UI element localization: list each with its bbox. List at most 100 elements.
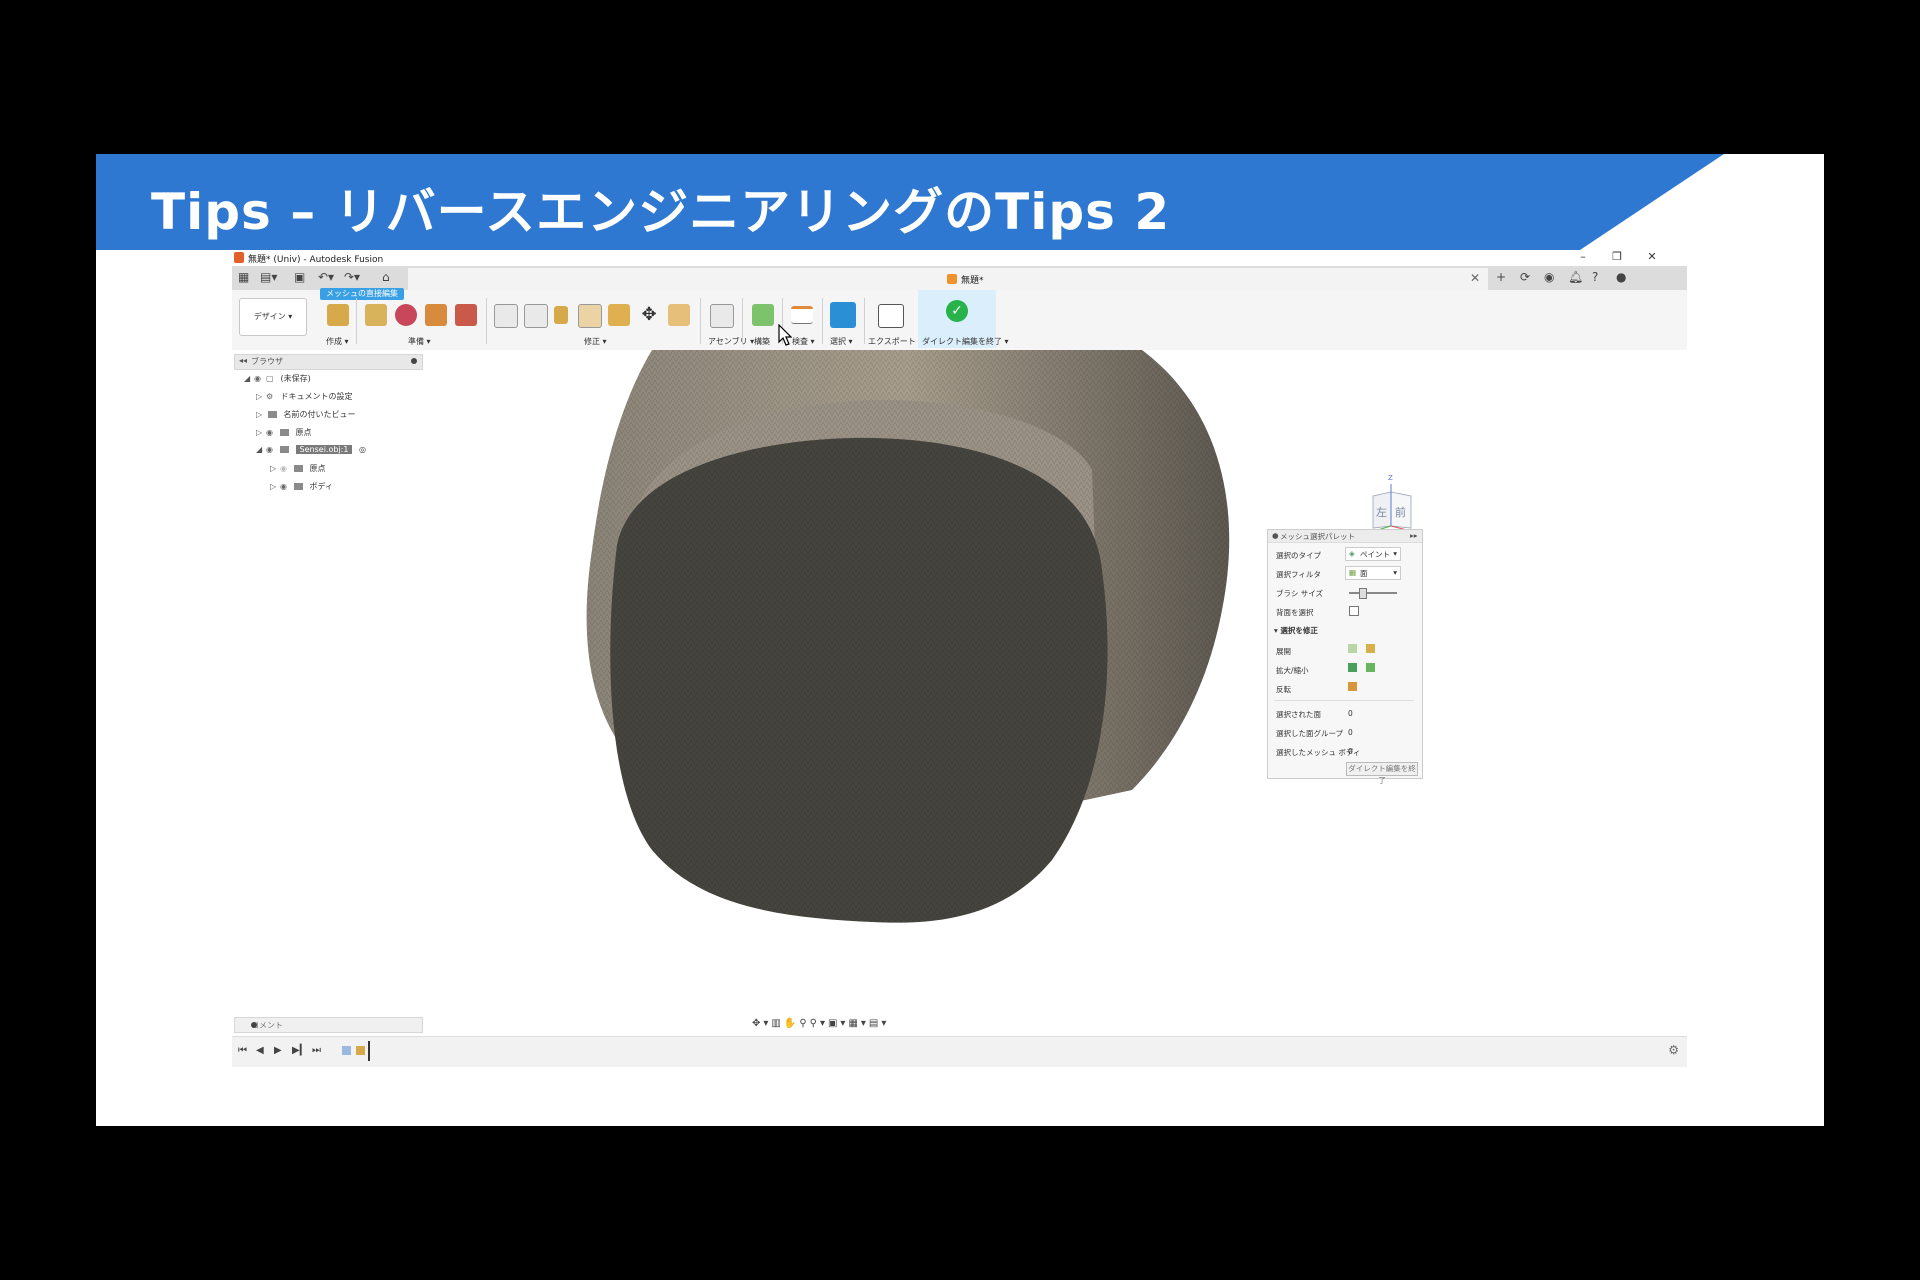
eye-icon[interactable]: ◉	[280, 464, 292, 473]
timeline-feature-icon[interactable]	[342, 1046, 351, 1055]
redo-icon[interactable]: ↷▾	[344, 270, 360, 284]
collapse-triangle-icon[interactable]: ◢	[256, 445, 266, 454]
collapse-triangle-icon[interactable]: ◢	[244, 374, 254, 383]
viewcube-left-face[interactable]: 左	[1376, 504, 1387, 520]
timeline-marker[interactable]	[368, 1041, 370, 1061]
tree-item-document-settings[interactable]: ▷ ⚙ ドキュメントの設定	[256, 391, 353, 405]
orbit-icon[interactable]: ✥▾	[752, 1018, 771, 1029]
next-step-icon[interactable]: ▶▎	[292, 1045, 307, 1056]
jobs-icon[interactable]: ◉	[1544, 270, 1554, 284]
select-group-label[interactable]: 選択 ▾	[830, 336, 853, 347]
export-group-label[interactable]: エクスポート ▾	[868, 336, 922, 347]
expand-triangle-icon[interactable]: ▷	[256, 392, 266, 401]
select-filter-dropdown[interactable]: ▦ 面 ▾	[1345, 566, 1401, 580]
notification-icon[interactable]: 🔔︎	[1568, 270, 1583, 284]
tree-item-sub-origin[interactable]: ▷ ◉ 原点	[270, 463, 326, 477]
pin-icon[interactable]	[251, 1022, 257, 1028]
pin-icon[interactable]	[411, 358, 417, 364]
export-tool-icon[interactable]	[878, 304, 904, 328]
inspect-group-label[interactable]: 検査 ▾	[792, 336, 815, 347]
eye-icon[interactable]: ◉	[266, 445, 278, 454]
measure-tool-icon[interactable]	[791, 306, 813, 324]
expand-icon-2[interactable]	[1366, 644, 1375, 653]
user-icon[interactable]: ●	[1616, 270, 1626, 284]
select-tool-icon[interactable]	[830, 302, 856, 328]
tree-item-origin[interactable]: ▷ ◉ 原点	[256, 427, 312, 441]
look-at-icon[interactable]: ▥	[771, 1018, 783, 1029]
shell-tool-icon[interactable]	[578, 304, 602, 328]
3d-viewport[interactable]: 左 前 Z X	[232, 350, 1687, 1016]
expand-triangle-icon[interactable]: ▷	[270, 464, 280, 473]
grid-settings-icon[interactable]: ▦▾	[848, 1018, 868, 1029]
slider-handle[interactable]	[1359, 588, 1367, 599]
plane-cut-tool-icon[interactable]	[494, 304, 518, 328]
browser-panel-header[interactable]: ◂◂ ブラウザ	[234, 354, 423, 370]
combine-tool-icon[interactable]	[608, 304, 630, 326]
construct-group-label[interactable]: 構築	[754, 336, 770, 347]
assembly-tool-icon[interactable]	[710, 304, 734, 328]
help-icon[interactable]: ?	[1592, 270, 1598, 284]
zoom-icon[interactable]: ⚲	[799, 1018, 809, 1029]
document-tab[interactable]: 無題* ✕	[408, 268, 1488, 290]
activate-radio-icon[interactable]: ◎	[359, 445, 366, 454]
modify-group-label[interactable]: 修正 ▾	[584, 336, 607, 347]
tree-item-bodies[interactable]: ▷ ◉ ボディ	[270, 481, 333, 495]
fit-icon[interactable]: ⚲▾	[810, 1018, 828, 1029]
close-tab-icon[interactable]: ✕	[1470, 271, 1480, 285]
close-window-button[interactable]: ✕	[1637, 250, 1667, 263]
brush-size-slider[interactable]	[1349, 588, 1397, 599]
expand-icon[interactable]	[1348, 644, 1357, 653]
expand-palette-icon[interactable]: ▸▸	[1410, 531, 1418, 540]
home-icon[interactable]: ⌂	[382, 270, 390, 284]
remesh-tool-icon[interactable]	[425, 304, 447, 326]
viewports-icon[interactable]: ▤▾	[869, 1018, 889, 1029]
workspace-switcher[interactable]: デザイン ▾	[239, 298, 307, 336]
plus-icon[interactable]: +	[1496, 270, 1506, 284]
file-icon[interactable]: ▤▾	[260, 270, 277, 284]
tree-item-sensei-obj[interactable]: ◢ ◉ Sensei.obj:1 ◎	[256, 445, 366, 459]
modify-section-header[interactable]: ▾ 選択を修正	[1274, 625, 1318, 636]
invert-icon[interactable]	[1348, 682, 1357, 691]
mesh-model[interactable]	[232, 350, 1687, 1016]
move-icon[interactable]: ✥	[638, 304, 660, 326]
prepare-group-label[interactable]: 準備 ▾	[408, 336, 431, 347]
scale-tool-icon[interactable]	[668, 304, 690, 326]
expand-triangle-icon[interactable]: ▷	[256, 410, 266, 419]
palette-header[interactable]: ● メッシュ選択パレット ▸▸	[1268, 530, 1422, 543]
eye-icon[interactable]: ◉	[266, 428, 278, 437]
minimize-button[interactable]: –	[1568, 250, 1598, 263]
palette-finish-button[interactable]: ダイレクト編集を終了	[1346, 762, 1418, 785]
prepare-tool-icon[interactable]	[365, 304, 387, 326]
eye-icon[interactable]: ◉	[280, 482, 292, 491]
backface-checkbox[interactable]	[1349, 606, 1359, 616]
expand-triangle-icon[interactable]: ▷	[256, 428, 266, 437]
save-icon[interactable]: ▣	[294, 270, 305, 284]
assemble-group-label[interactable]: アセンブリ ▾	[708, 336, 754, 347]
gear-icon[interactable]: ⚙	[1668, 1043, 1679, 1057]
construct-tool-icon[interactable]	[752, 304, 774, 326]
first-step-icon[interactable]: ⏮	[238, 1045, 247, 1056]
pan-icon[interactable]: ✋	[784, 1018, 799, 1029]
shrink-icon[interactable]	[1366, 663, 1375, 672]
erase-fill-tool-icon[interactable]	[554, 306, 568, 324]
maximize-button[interactable]: ❐	[1602, 250, 1632, 263]
select-type-dropdown[interactable]: ◈ ペイント ▾	[1345, 547, 1401, 561]
reduce-tool-icon[interactable]	[455, 304, 477, 326]
sync-icon[interactable]: ⟳	[1520, 270, 1530, 284]
create-mesh-tool-icon[interactable]	[327, 304, 349, 326]
tree-item-root[interactable]: ◢ ◉ ▢ (未保存)	[244, 373, 311, 387]
display-settings-icon[interactable]: ▣▾	[828, 1018, 848, 1029]
undo-icon[interactable]: ↶▾	[318, 270, 334, 284]
grid-icon[interactable]: ▦	[238, 270, 249, 284]
expand-triangle-icon[interactable]: ▷	[270, 482, 280, 491]
play-icon[interactable]: ▶	[274, 1045, 282, 1056]
viewcube[interactable]: 左 前 Z X	[1365, 474, 1418, 538]
collapse-icon[interactable]: ◂◂	[239, 356, 247, 365]
comments-panel[interactable]: コメント	[234, 1017, 423, 1033]
eye-icon[interactable]: ◉	[254, 374, 266, 383]
previous-step-icon[interactable]: ◀	[256, 1045, 264, 1056]
grow-icon[interactable]	[1348, 663, 1357, 672]
timeline-mesh-feature-icon[interactable]	[356, 1046, 365, 1055]
last-step-icon[interactable]: ⏭	[312, 1045, 321, 1056]
viewcube-front-face[interactable]: 前	[1395, 504, 1406, 520]
